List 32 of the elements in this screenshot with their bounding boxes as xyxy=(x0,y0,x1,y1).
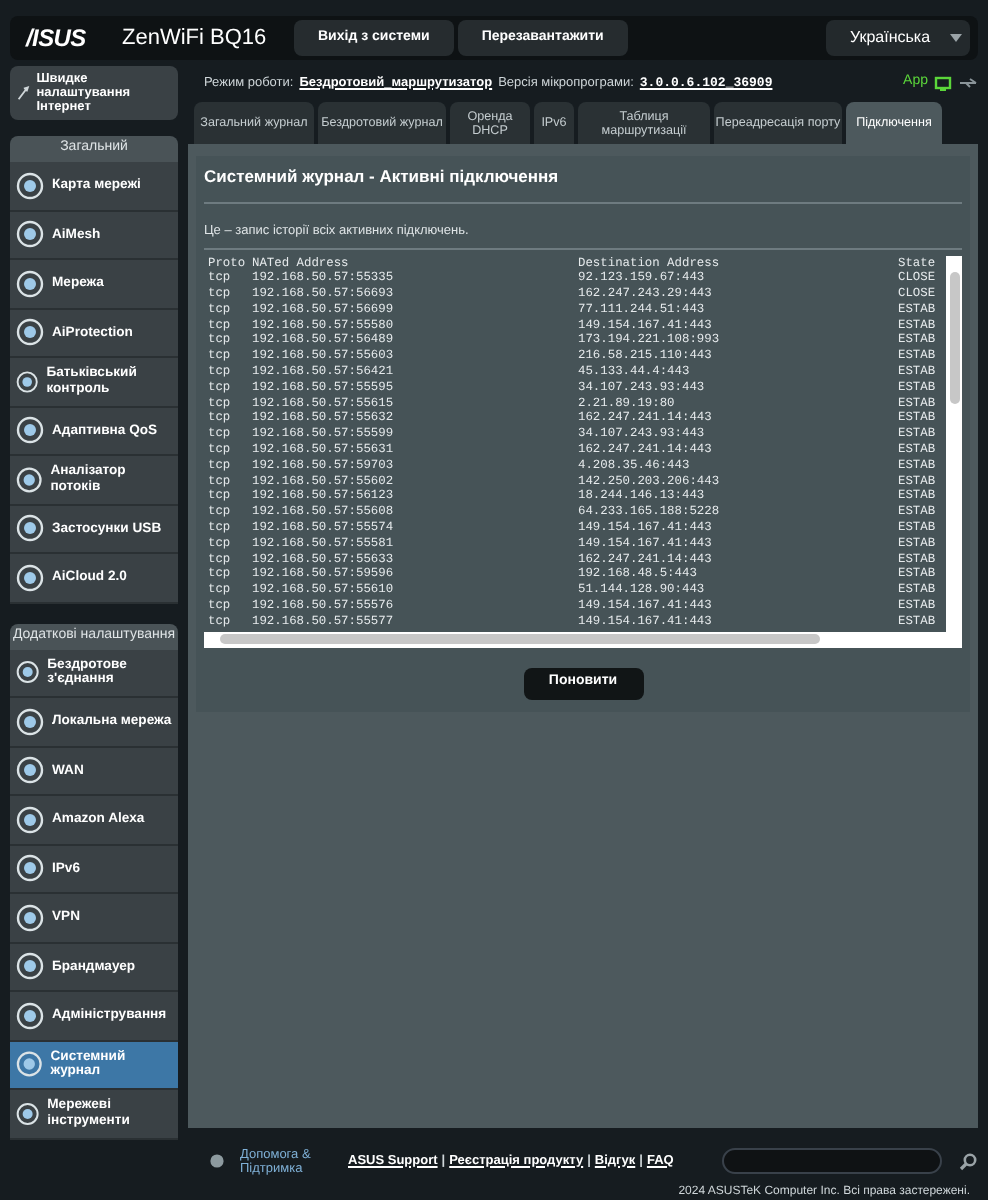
help-icon xyxy=(210,1154,224,1168)
caret-icon xyxy=(950,34,962,42)
brand-logo: /ISUS xyxy=(26,22,88,56)
round-icon xyxy=(16,658,40,687)
round-icon xyxy=(16,1050,43,1079)
horizontal-scrollbar[interactable] xyxy=(204,631,946,647)
panel-title: Системний журнал - Активні підключення xyxy=(204,156,962,204)
round-icon xyxy=(16,514,44,543)
search-field[interactable] xyxy=(722,1148,942,1174)
round-icon xyxy=(16,269,44,298)
round-icon xyxy=(16,416,44,445)
vertical-scrollbar[interactable] xyxy=(946,255,962,647)
round-icon xyxy=(16,318,44,347)
round-icon xyxy=(16,171,44,200)
round-icon xyxy=(16,903,44,932)
round-icon xyxy=(16,563,44,592)
wand-icon xyxy=(16,81,31,105)
round-icon xyxy=(16,367,39,396)
round-icon xyxy=(16,854,44,883)
round-icon xyxy=(16,1099,40,1128)
round-icon xyxy=(16,805,44,834)
model-name: ZenWiFi BQ16 xyxy=(122,23,269,54)
monitor-icon xyxy=(934,75,952,91)
search-icon[interactable] xyxy=(958,1151,978,1171)
round-icon xyxy=(16,756,44,785)
round-icon xyxy=(16,1001,44,1030)
usb-icon xyxy=(958,76,978,90)
language-dropdown[interactable]: Українська xyxy=(826,20,970,56)
round-icon xyxy=(16,220,44,249)
round-icon xyxy=(16,952,44,981)
round-icon xyxy=(16,465,43,494)
round-icon xyxy=(16,707,44,736)
